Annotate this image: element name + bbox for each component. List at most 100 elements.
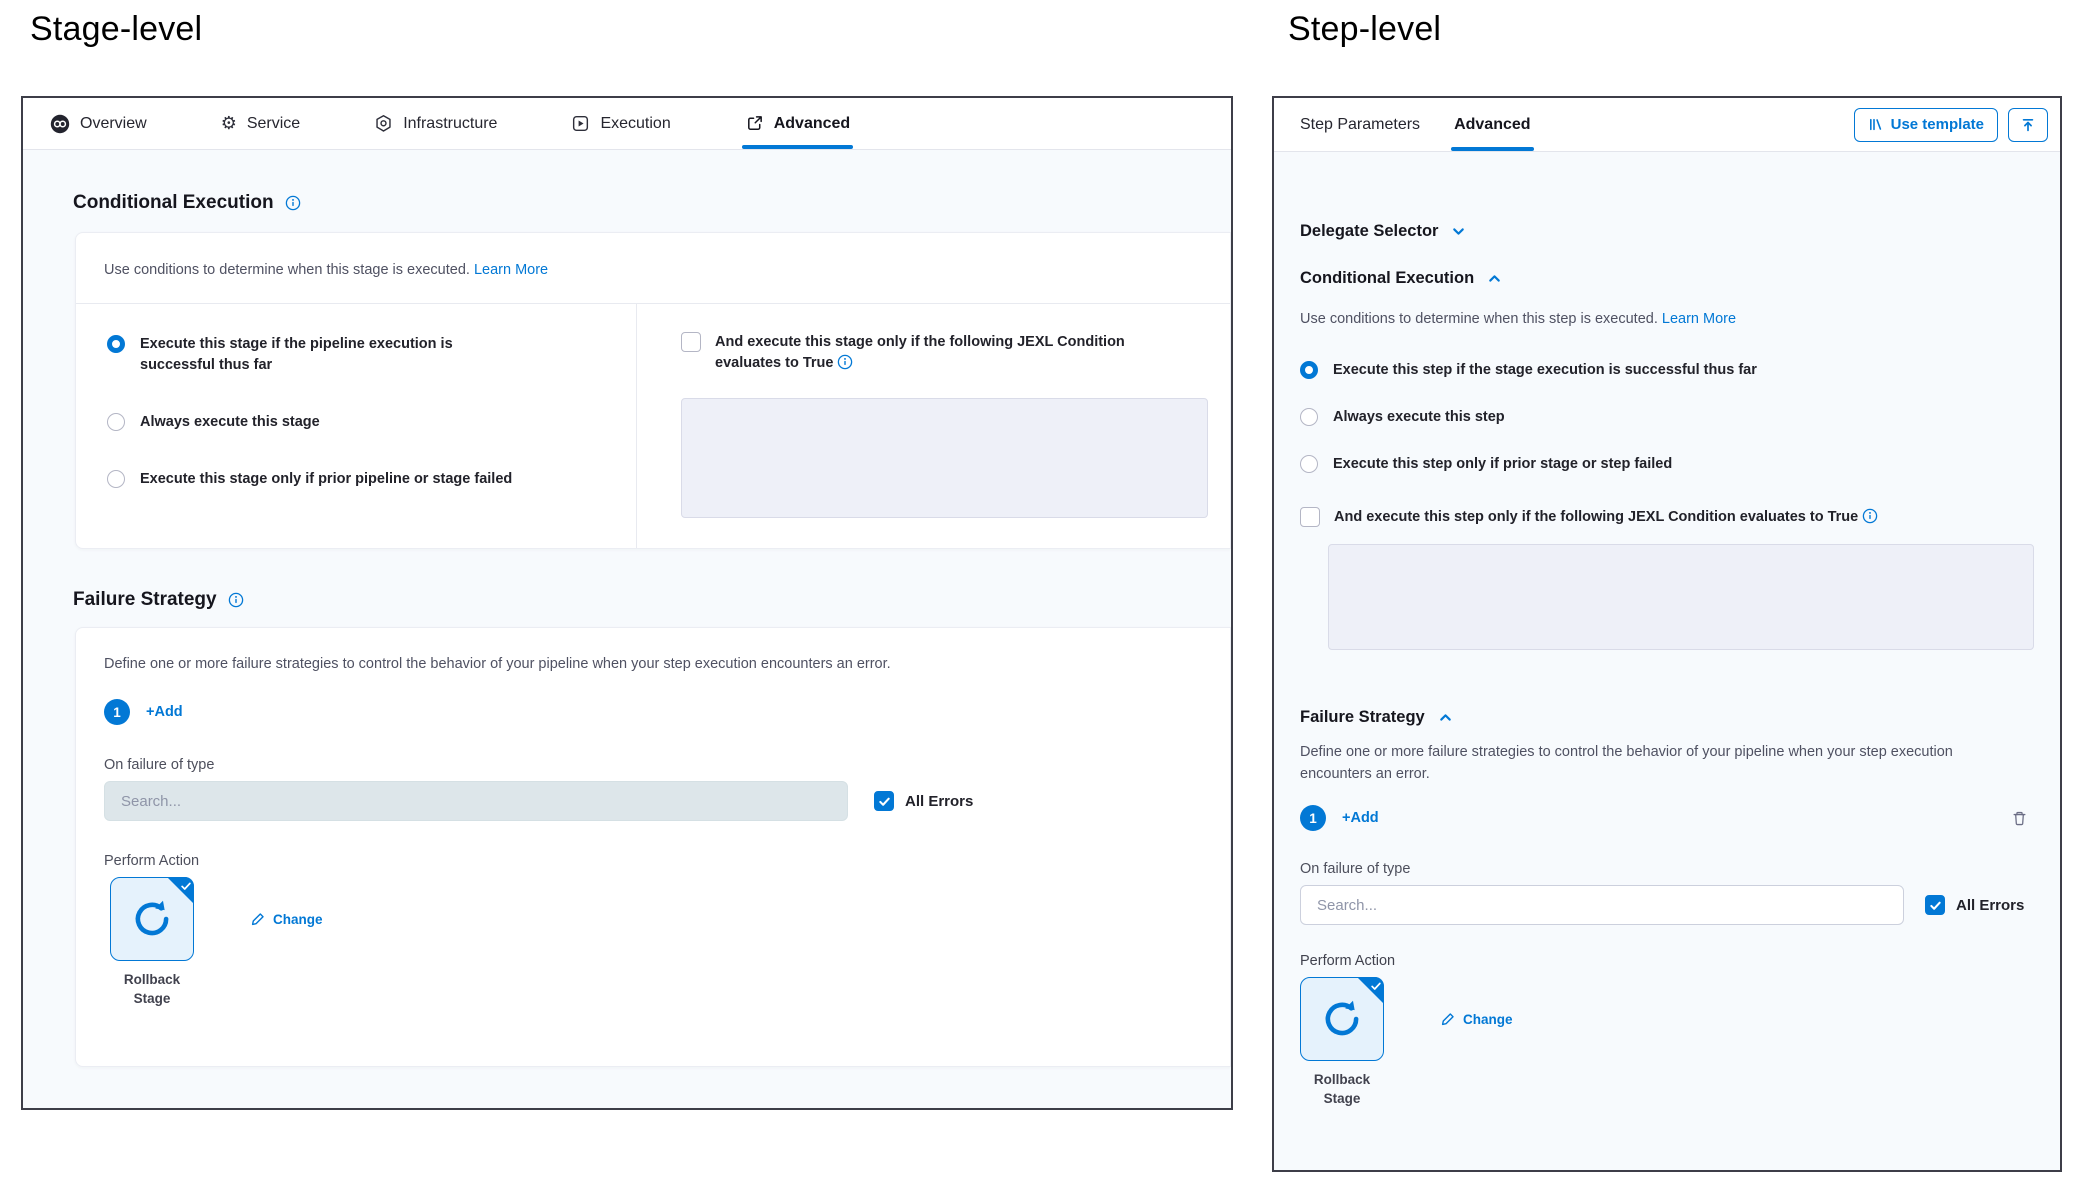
radio-option-prior-failed[interactable]: Execute this step only if prior stage or… <box>1300 454 2034 475</box>
stage-tab-bar: Overview ⚙ Service Infrastructure Execut… <box>23 98 1231 150</box>
change-action-button[interactable]: Change <box>250 911 323 927</box>
failure-type-search-input[interactable] <box>104 781 848 821</box>
stage-level-heading: Stage-level <box>30 10 202 49</box>
upload-button[interactable] <box>2008 108 2048 142</box>
info-icon[interactable] <box>228 592 244 608</box>
selected-action-name: Rollback Stage <box>1300 1070 1384 1108</box>
section-title-text: Conditional Execution <box>73 192 274 214</box>
use-template-button[interactable]: Use template <box>1854 108 1998 142</box>
checkbox-unchecked-icon <box>1300 507 1320 527</box>
radio-icon <box>107 413 125 431</box>
failure-type-search-input[interactable] <box>1300 885 1904 925</box>
tab-execution[interactable]: Execution <box>571 98 670 149</box>
all-errors-label: All Errors <box>905 793 973 810</box>
change-action-button[interactable]: Change <box>1440 1011 1513 1027</box>
stage-panel-content: Conditional Execution Use conditions to … <box>23 192 1231 1067</box>
upload-icon <box>2020 117 2036 133</box>
conditional-execution-title[interactable]: Conditional Execution <box>1300 269 2034 288</box>
perform-action-row: Change <box>1300 977 2034 1061</box>
radio-selected-icon <box>107 335 125 353</box>
tab-advanced[interactable]: Advanced <box>1454 98 1530 151</box>
strategy-list-row: 1 +Add <box>104 699 1202 725</box>
chevron-down-icon <box>1451 224 1466 239</box>
conditional-execution-description: Use conditions to determine when this st… <box>1300 308 2034 330</box>
rollback-stage-action-tile[interactable] <box>110 877 194 961</box>
tab-overview[interactable]: Overview <box>50 98 147 149</box>
learn-more-link[interactable]: Learn More <box>1662 311 1736 327</box>
failure-strategy-title[interactable]: Failure Strategy <box>1300 708 2034 727</box>
conditional-execution-description: Use conditions to determine when this st… <box>76 233 1230 303</box>
jexl-condition-checkbox[interactable]: And execute this step only if the follow… <box>1300 507 2034 528</box>
tab-step-parameters[interactable]: Step Parameters <box>1300 98 1420 151</box>
rollback-stage-action-tile[interactable] <box>1300 977 1384 1061</box>
conditional-execution-title: Conditional Execution <box>73 192 1231 214</box>
tab-label: Service <box>247 115 300 133</box>
description-text: Use conditions to determine when this st… <box>104 262 470 278</box>
strategy-count-badge[interactable]: 1 <box>1300 805 1326 831</box>
step-level-heading: Step-level <box>1288 10 1441 49</box>
checkbox-checked-icon <box>1925 895 1945 915</box>
checkbox-unchecked-icon <box>681 332 701 352</box>
radio-option-always-execute[interactable]: Always execute this stage <box>107 412 636 433</box>
chevron-up-icon <box>1438 710 1453 725</box>
radio-selected-icon <box>1300 361 1318 379</box>
radio-label: Always execute this stage <box>140 412 320 433</box>
delegate-selector-title[interactable]: Delegate Selector <box>1300 222 2034 241</box>
play-square-icon <box>571 114 590 133</box>
strategy-count-badge[interactable]: 1 <box>104 699 130 725</box>
strategy-list-row: 1 +Add <box>1300 805 2034 831</box>
on-failure-of-type-label: On failure of type <box>104 757 1202 773</box>
jexl-condition-section: And execute this stage only if the follo… <box>636 304 1230 548</box>
stage-panel: Overview ⚙ Service Infrastructure Execut… <box>21 96 1233 1110</box>
perform-action-label: Perform Action <box>104 853 1202 869</box>
jexl-condition-input[interactable] <box>681 398 1208 518</box>
failure-strategy-title: Failure Strategy <box>73 589 1231 611</box>
jexl-condition-checkbox[interactable]: And execute this stage only if the follo… <box>681 332 1208 374</box>
tab-label: Overview <box>80 115 147 133</box>
step-panel: Step Parameters Advanced Use template De… <box>1272 96 2062 1172</box>
tab-service[interactable]: ⚙ Service <box>221 98 301 149</box>
info-icon[interactable] <box>837 354 853 370</box>
tab-advanced[interactable]: Advanced <box>745 98 850 149</box>
add-strategy-button[interactable]: +Add <box>1342 810 1379 826</box>
radio-icon <box>1300 455 1318 473</box>
pencil-icon <box>250 911 266 927</box>
radio-option-stage-success[interactable]: Execute this step if the stage execution… <box>1300 360 2034 381</box>
failure-strategy-description: Define one or more failure strategies to… <box>1300 741 1990 785</box>
info-icon[interactable] <box>1862 508 1878 524</box>
tab-infrastructure[interactable]: Infrastructure <box>374 98 497 149</box>
rollback-icon <box>129 896 175 942</box>
gear-icon: ⚙ <box>221 113 237 134</box>
all-errors-checkbox[interactable]: All Errors <box>1925 895 2024 915</box>
trash-icon <box>2011 810 2028 827</box>
failure-type-row: All Errors <box>1300 885 2034 925</box>
radio-label: Execute this step only if prior stage or… <box>1333 454 1672 475</box>
tab-label: Advanced <box>1454 116 1530 134</box>
radio-option-pipeline-success[interactable]: Execute this stage if the pipeline execu… <box>107 334 636 376</box>
radio-label: Always execute this step <box>1333 407 1505 428</box>
library-icon <box>1868 117 1883 132</box>
radio-option-prior-failed[interactable]: Execute this stage only if prior pipelin… <box>107 469 636 490</box>
selected-action-name: Rollback Stage <box>110 970 194 1008</box>
radio-label: Execute this stage if the pipeline execu… <box>140 334 485 376</box>
add-strategy-button[interactable]: +Add <box>146 704 183 720</box>
info-icon[interactable] <box>285 195 301 211</box>
pencil-icon <box>1440 1011 1456 1027</box>
learn-more-link[interactable]: Learn More <box>474 262 548 278</box>
delete-strategy-button[interactable] <box>2011 810 2028 827</box>
all-errors-checkbox[interactable]: All Errors <box>874 791 973 811</box>
tab-label: Advanced <box>774 115 850 133</box>
tab-label: Execution <box>600 115 670 133</box>
failure-strategy-card: Define one or more failure strategies to… <box>75 627 1231 1067</box>
execution-condition-options: Execute this step if the stage execution… <box>1300 360 2034 475</box>
radio-option-always-execute[interactable]: Always execute this step <box>1300 407 2034 428</box>
tab-label: Infrastructure <box>403 115 497 133</box>
conditional-execution-card: Use conditions to determine when this st… <box>75 232 1231 549</box>
jexl-condition-input[interactable] <box>1328 544 2034 650</box>
export-square-icon <box>745 114 764 133</box>
radio-icon <box>107 470 125 488</box>
hexagon-icon <box>374 114 393 133</box>
perform-action-label: Perform Action <box>1300 953 2034 969</box>
failure-strategy-description: Define one or more failure strategies to… <box>104 654 1202 675</box>
jexl-checkbox-label: And execute this stage only if the follo… <box>715 332 1185 374</box>
